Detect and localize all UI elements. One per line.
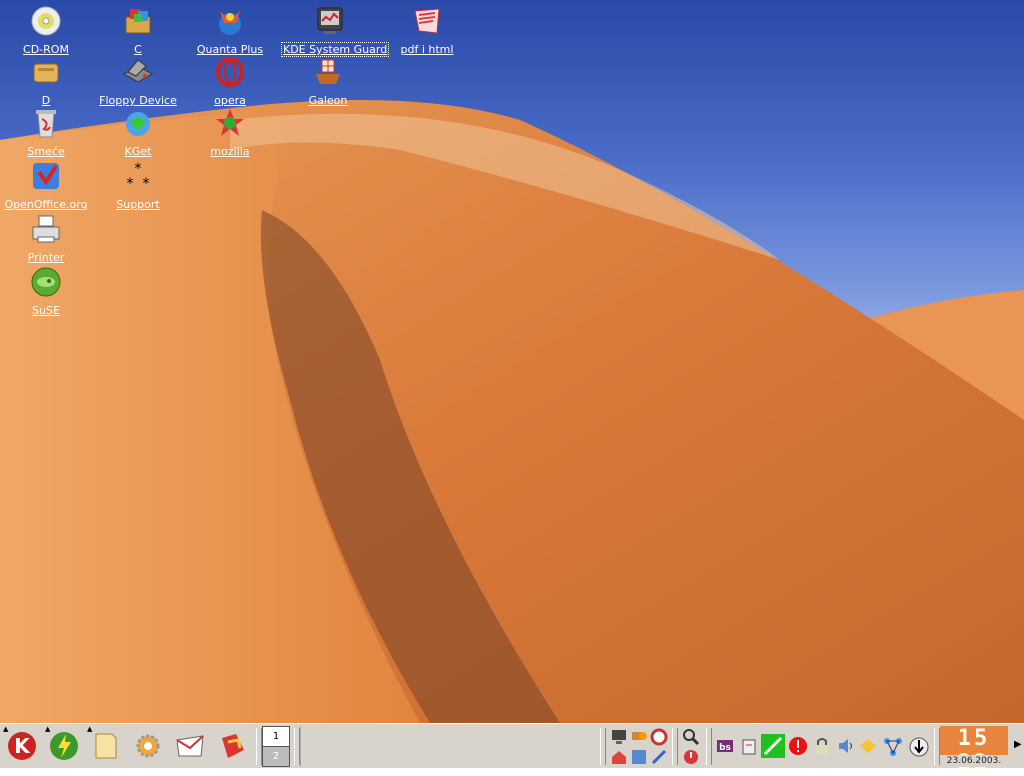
volume-icon[interactable] xyxy=(836,736,856,756)
bs-icon[interactable]: bs xyxy=(716,737,734,755)
drive-d-desktop-icon[interactable]: D xyxy=(0,56,94,108)
konqueror-launcher[interactable] xyxy=(130,728,166,764)
cdrom-label: CD-ROM xyxy=(23,43,69,56)
svg-text:bs: bs xyxy=(719,743,731,753)
logout-small-icon[interactable] xyxy=(682,748,700,766)
office-icon xyxy=(222,734,244,758)
quanta-desktop-icon[interactable]: Quanta Plus xyxy=(182,5,278,57)
home-small-icon[interactable] xyxy=(610,748,628,766)
floppy-label: Floppy Device xyxy=(99,94,177,107)
galeon-icon xyxy=(316,59,340,84)
search-small-icon[interactable] xyxy=(682,728,700,746)
drive-d-icon xyxy=(33,63,59,83)
kget-icon xyxy=(126,112,150,136)
drive-c-icon xyxy=(125,9,151,34)
mozilla-icon xyxy=(216,109,244,136)
support-icon: ** * xyxy=(127,161,150,192)
openoffice-label: OpenOffice.org xyxy=(4,198,88,211)
mail-icon xyxy=(176,735,204,757)
panel-expand-arrow[interactable]: ▶ xyxy=(1014,739,1022,750)
galeon-label: Galeon xyxy=(308,94,348,107)
floppy-icon xyxy=(122,59,154,83)
clock-time: 15 22 xyxy=(957,726,991,776)
pager-desktop-1[interactable]: 1 xyxy=(263,727,289,746)
kget-label: KGet xyxy=(124,145,152,158)
help-small-icon[interactable] xyxy=(650,728,668,746)
kde-menu-icon: K xyxy=(8,732,36,760)
pager-desktop-2[interactable]: 2 xyxy=(263,746,289,766)
suse-label: SuSE xyxy=(32,304,60,317)
support-desktop-icon[interactable]: * * * Support xyxy=(90,160,186,212)
clipboard-icon[interactable] xyxy=(740,737,758,755)
connection-icon xyxy=(763,736,783,756)
mail-launcher[interactable] xyxy=(172,728,208,764)
drive-d-label: D xyxy=(41,94,51,107)
quanta-label: Quanta Plus xyxy=(196,43,264,56)
kget-desktop-icon[interactable]: KGet xyxy=(90,107,186,159)
desktop-pager: 1 2 xyxy=(262,726,290,767)
mozilla-label: mozilla xyxy=(210,145,250,158)
opera-desktop-icon[interactable]: opera xyxy=(182,56,278,108)
lightning-icon xyxy=(50,732,78,760)
kde-menu-button[interactable]: K xyxy=(4,728,40,764)
download-icon[interactable] xyxy=(908,736,930,758)
clock[interactable]: 15 22 23.06.2003. xyxy=(940,726,1008,776)
network-icon[interactable] xyxy=(882,736,904,758)
connection-indicator[interactable] xyxy=(761,734,785,758)
systray-handle[interactable] xyxy=(706,728,712,765)
trash-desktop-icon[interactable]: Smeće xyxy=(0,107,94,159)
network-small-icon[interactable] xyxy=(630,728,648,746)
drive-c-label: C xyxy=(134,43,142,56)
trash-label: Smeće xyxy=(27,145,65,158)
printer-label: Printer xyxy=(27,251,65,264)
suse-icon xyxy=(31,267,61,297)
konqueror-icon xyxy=(136,734,160,758)
taskbar-area[interactable] xyxy=(300,726,599,767)
svg-text:*: * xyxy=(127,176,134,192)
opera-icon xyxy=(216,57,244,87)
mozilla-desktop-icon[interactable]: mozilla xyxy=(182,107,278,159)
cdrom-icon xyxy=(31,6,61,36)
pdf-desktop-icon[interactable]: pdf i html xyxy=(379,5,475,57)
pdf-icon xyxy=(414,8,440,34)
kedit-small-icon[interactable] xyxy=(650,748,668,766)
drive-c-desktop-icon[interactable]: C xyxy=(90,5,186,57)
support-label: Support xyxy=(116,198,160,211)
kde-panel: ▲ K ▲ ▲ 1 2 bs 15 22 23. xyxy=(0,723,1024,776)
floppy-desktop-icon[interactable]: Floppy Device xyxy=(90,56,186,108)
galeon-desktop-icon[interactable]: Galeon xyxy=(280,56,376,108)
system-guard-desktop-icon[interactable]: KDE System Guard xyxy=(280,5,390,57)
lock-icon[interactable] xyxy=(812,736,832,756)
lightning-launcher[interactable] xyxy=(46,728,82,764)
monitor-small-icon[interactable] xyxy=(610,728,628,746)
suse-desktop-icon[interactable]: SuSE xyxy=(0,266,94,318)
printer-icon xyxy=(32,215,60,243)
svg-text:K: K xyxy=(14,734,31,758)
trash-icon xyxy=(36,110,56,138)
system-guard-icon xyxy=(317,7,343,34)
alert-icon[interactable] xyxy=(788,736,808,756)
quicklaunch-handle-2[interactable] xyxy=(672,728,678,765)
quicklaunch-handle[interactable] xyxy=(600,728,606,765)
cdrom-desktop-icon[interactable]: CD-ROM xyxy=(0,5,94,57)
settings-small-icon[interactable] xyxy=(630,748,648,766)
svg-text:*: * xyxy=(135,161,142,177)
home-folder-launcher[interactable] xyxy=(88,728,124,764)
clock-date: 23.06.2003. xyxy=(940,755,1008,767)
openoffice-icon xyxy=(33,163,59,189)
keyboard-icon[interactable] xyxy=(858,736,878,756)
system-guard-label: KDE System Guard xyxy=(280,42,390,57)
printer-desktop-icon[interactable]: Printer xyxy=(0,213,94,265)
openoffice-desktop-icon[interactable]: OpenOffice.org xyxy=(0,160,94,212)
office-launcher[interactable] xyxy=(214,728,250,764)
pdf-label: pdf i html xyxy=(400,43,454,56)
svg-text:*: * xyxy=(143,176,150,192)
quanta-icon xyxy=(219,11,241,35)
opera-label: opera xyxy=(214,94,246,107)
home-folder-icon xyxy=(95,733,117,759)
